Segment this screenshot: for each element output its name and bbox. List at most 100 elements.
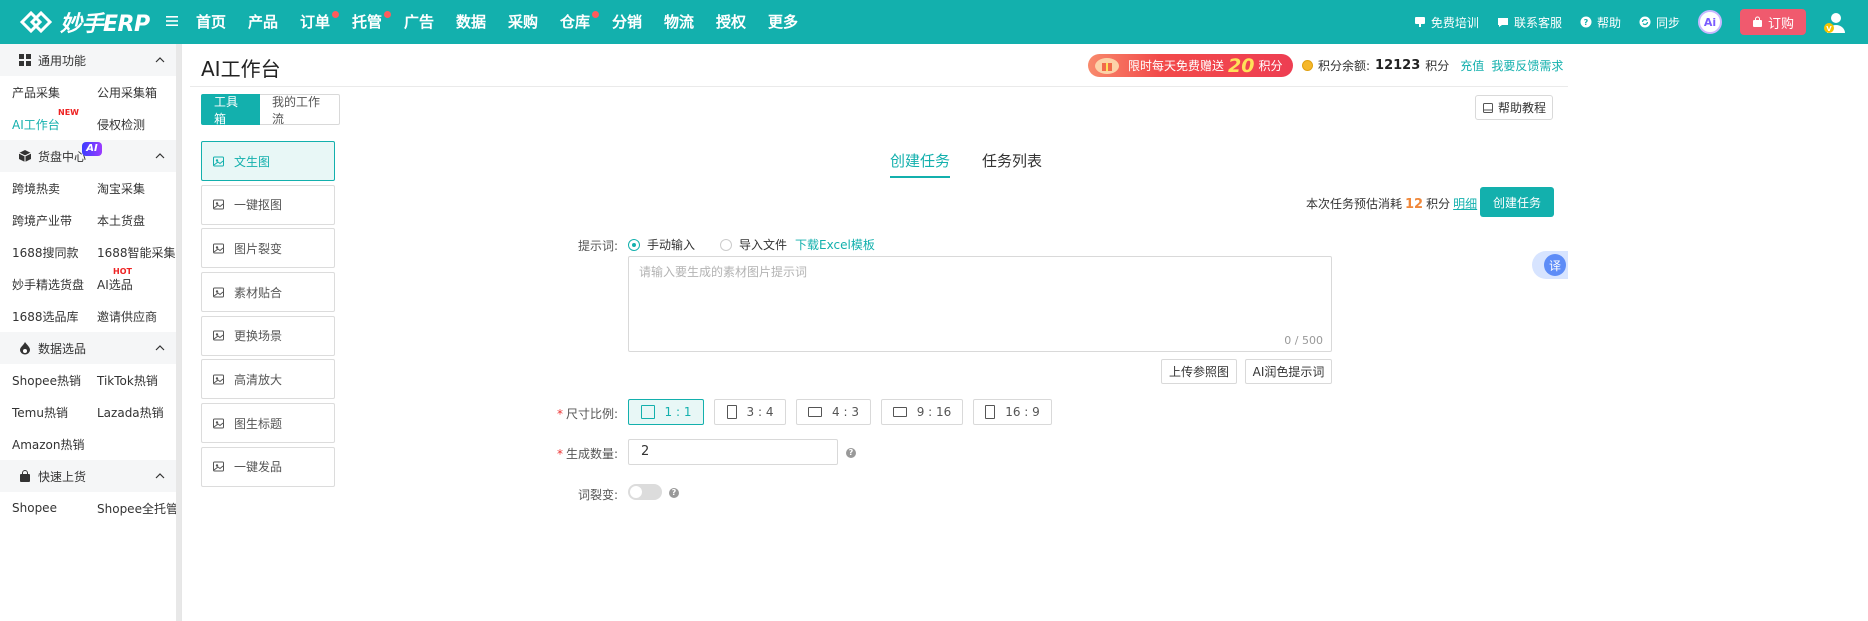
feedback-link[interactable]: 我要反馈需求 — [1491, 57, 1563, 74]
tool-item-label: 文生图 — [234, 154, 271, 169]
tool-item[interactable]: 图生标题 — [201, 403, 335, 444]
sidebar-item[interactable]: 公用采集箱 — [85, 84, 170, 101]
sidebar-item[interactable]: 侵权检测 — [85, 116, 170, 133]
sidebar-item[interactable]: 本土货盘 — [85, 212, 170, 229]
sidebar-row: Shopee热销 TikTok热销 — [0, 364, 181, 396]
balance-label: 积分余额: — [1318, 59, 1371, 73]
manual-input-label: 手动输入 — [647, 238, 696, 252]
recharge-link[interactable]: 充值 — [1460, 57, 1484, 74]
cost-detail-link[interactable]: 明细 — [1453, 197, 1477, 211]
hamburger-menu-icon[interactable] — [163, 12, 181, 30]
tool-item[interactable]: 素材贴合 — [201, 272, 335, 313]
sidebar-group-header[interactable]: 货盘中心 AI — [0, 140, 181, 172]
quantity-input[interactable]: 2 — [628, 439, 838, 465]
variation-help-icon[interactable]: ? — [669, 488, 679, 498]
cost-amount: 12 — [1405, 197, 1424, 212]
ai-badge: AI — [82, 142, 102, 156]
tool-item-label: 一键抠图 — [234, 198, 283, 213]
sidebar-item[interactable]: Shopee热销 — [0, 372, 85, 389]
translate-float-button[interactable]: 译 — [1532, 251, 1568, 279]
order-button[interactable]: 订购 — [1739, 9, 1806, 35]
nav-item[interactable]: 授权 — [716, 0, 768, 44]
nav-item[interactable]: 物流 — [664, 0, 716, 44]
tool-item[interactable]: 一键发品 — [201, 446, 335, 487]
sidebar-item[interactable]: Shopee全托管 — [85, 500, 178, 517]
sync-link[interactable]: 同步 — [1639, 14, 1680, 31]
download-template-link[interactable]: 下载Excel模板 — [795, 236, 875, 253]
nav-item[interactable]: 采购 — [508, 0, 560, 44]
nav-item[interactable]: 更多 — [768, 0, 820, 44]
variation-toggle[interactable] — [628, 484, 662, 500]
sidebar-item[interactable]: Shopee — [0, 501, 85, 515]
sidebar-item[interactable]: 淘宝采集 — [85, 180, 170, 197]
sidebar-item[interactable]: AI工作台 NEW — [0, 108, 85, 133]
ratio-option[interactable]: 3 : 4 — [714, 399, 786, 425]
chevron-up-icon[interactable] — [155, 471, 165, 481]
quantity-help-icon[interactable]: ? — [846, 448, 856, 458]
tool-item[interactable]: 图片裂变 — [201, 228, 335, 269]
nav-item[interactable]: 分销 — [612, 0, 664, 44]
nav-item[interactable]: 仓库 — [560, 0, 612, 44]
sidebar-item[interactable]: 跨境热卖 — [0, 180, 85, 197]
ratio-option[interactable]: 1 : 1 — [628, 399, 704, 425]
sidebar-group-header[interactable]: 通用功能 — [0, 44, 181, 76]
sidebar-item[interactable]: 1688智能采集 — [85, 244, 176, 261]
ratio-option[interactable]: 16 : 9 — [973, 399, 1052, 425]
tool-item[interactable]: 高清放大 — [201, 359, 335, 400]
radio-manual-input[interactable] — [628, 238, 640, 251]
nav-item[interactable]: 托管 — [352, 0, 404, 44]
nav-item[interactable]: 产品 — [248, 0, 300, 44]
user-avatar-icon[interactable]: V — [1822, 9, 1848, 35]
help-label: 帮助 — [1596, 15, 1621, 30]
tool-item[interactable]: 一键抠图 — [201, 184, 335, 225]
upload-reference-button[interactable]: 上传参照图 — [1161, 359, 1237, 384]
training-icon — [1414, 17, 1425, 27]
sidebar-item[interactable]: TikTok热销 — [85, 372, 170, 389]
help-link[interactable]: ? 帮助 — [1580, 14, 1621, 31]
sidebar-item[interactable]: 妙手精选货盘 — [0, 276, 85, 293]
sidebar-group-header[interactable]: 数据选品 — [0, 332, 181, 364]
nav-item[interactable]: 广告 — [404, 0, 456, 44]
ai-polish-button[interactable]: AI润色提示词 — [1245, 359, 1332, 384]
nav-item[interactable]: 首页 — [196, 0, 248, 44]
sidebar: 通用功能 产品采集 公用采集箱 AI工作台 NEW 侵权检测 货盘中心 AI 跨境热卖 淘宝采集跨… — [0, 44, 182, 621]
prompt-textarea[interactable]: 请输入要生成的素材图片提示词 0 / 500 — [628, 256, 1332, 352]
help-tutorial-button[interactable]: 帮助教程 — [1475, 95, 1553, 120]
tool-item[interactable]: 更换场景 — [201, 315, 335, 356]
sidebar-item[interactable]: AI选品 HOT — [85, 267, 170, 293]
chevron-up-icon[interactable] — [155, 343, 165, 353]
nav-item[interactable]: 数据 — [456, 0, 508, 44]
sidebar-row: 产品采集 公用采集箱 — [0, 76, 181, 108]
sidebar-group-header[interactable]: 快速上货 — [0, 460, 181, 492]
bag-icon — [1752, 16, 1762, 27]
sidebar-item-label: 本土货盘 — [97, 213, 146, 228]
sidebar-item[interactable]: 邀请供应商 — [85, 308, 170, 325]
ai-assistant-avatar[interactable]: Ai — [1697, 10, 1722, 34]
logo[interactable]: 妙手ERP — [18, 6, 150, 38]
sidebar-item[interactable]: Lazada热销 — [85, 404, 170, 421]
tab-create-task[interactable]: 创建任务 — [890, 150, 951, 178]
tool-item-label: 图生标题 — [234, 416, 283, 431]
nav-item[interactable]: 订单 — [300, 0, 352, 44]
sidebar-item[interactable]: 1688搜同款 — [0, 244, 85, 261]
tab-task-list[interactable]: 任务列表 — [982, 150, 1042, 178]
tab-my-workflows[interactable]: 我的工作流 — [260, 94, 340, 126]
sidebar-item[interactable]: 跨境产业带 — [0, 212, 85, 229]
contact-support-link[interactable]: 联系客服 — [1497, 14, 1562, 31]
chevron-up-icon[interactable] — [155, 151, 165, 161]
promo-banner[interactable]: 限时每天免费赠送 20 积分 — [1088, 54, 1293, 77]
chevron-up-icon[interactable] — [155, 55, 165, 65]
promo-amount: 20 — [1228, 54, 1255, 77]
sidebar-item[interactable]: 产品采集 — [0, 84, 85, 101]
radio-import-file[interactable] — [720, 238, 733, 251]
sidebar-scrollbar[interactable] — [176, 44, 181, 621]
ratio-option[interactable]: 9 : 16 — [881, 399, 963, 425]
tool-item[interactable]: 文生图 — [201, 141, 335, 181]
sidebar-item[interactable]: 1688选品库 — [0, 308, 85, 325]
ratio-option[interactable]: 4 : 3 — [796, 399, 871, 425]
create-task-button[interactable]: 创建任务 — [1480, 187, 1554, 217]
tab-toolbox[interactable]: 工具箱 — [201, 94, 260, 126]
sidebar-item[interactable]: Temu热销 — [0, 404, 85, 421]
free-training-link[interactable]: 免费培训 — [1414, 14, 1479, 31]
sidebar-item[interactable]: Amazon热销 — [0, 436, 85, 453]
